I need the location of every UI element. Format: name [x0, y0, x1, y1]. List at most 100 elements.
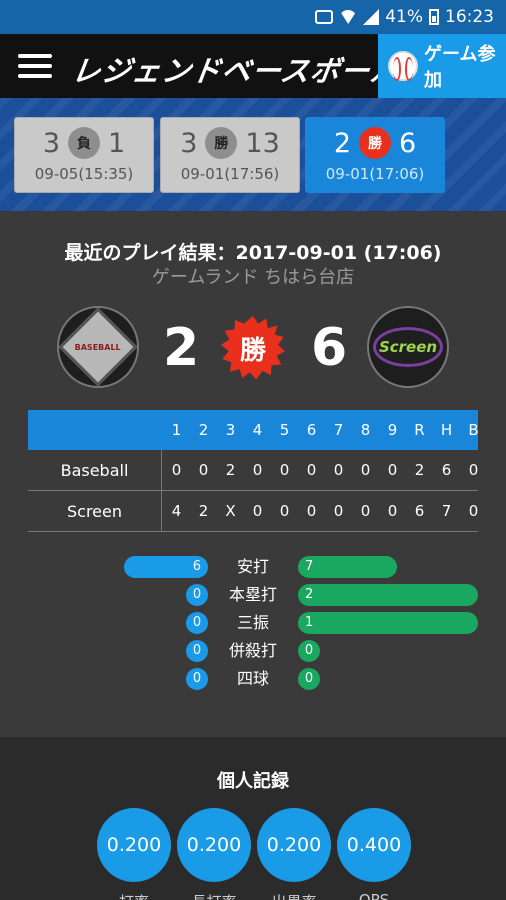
inning-score: 0 — [468, 502, 479, 520]
inning-header: R — [414, 421, 425, 439]
inning-header: 2 — [198, 421, 209, 439]
home-stat-bar: 0 — [186, 640, 208, 662]
record-label: 長打率 — [174, 891, 254, 900]
game-date: 09-05(15:35) — [34, 165, 134, 183]
inning-score: 0 — [198, 461, 209, 479]
home-score: 2 — [163, 318, 200, 378]
record-value-circle: 0.200 — [177, 808, 251, 882]
game-date: 09-01(17:06) — [325, 165, 425, 183]
away-stat-bar: 1 — [298, 612, 478, 634]
inning-score: X — [225, 502, 236, 520]
app-logo: レジェンドベースボール — [69, 54, 403, 88]
team-name: Baseball — [28, 450, 162, 490]
inning-score: 0 — [333, 461, 344, 479]
away-stat-bar: 2 — [298, 584, 478, 606]
inning-score: 0 — [279, 502, 290, 520]
scoreboard-row: Screen 42X000000670 — [28, 491, 478, 532]
inning-header: B — [468, 421, 479, 439]
record-label: 出塁率 — [254, 891, 334, 900]
vibrate-icon — [315, 10, 334, 24]
inning-score: 0 — [360, 461, 371, 479]
away-stat-bar: 0 — [298, 640, 320, 662]
wifi-icon — [339, 10, 358, 24]
join-game-button[interactable]: ゲーム参加 — [378, 34, 506, 98]
result-venue: ゲームランド ちはら台店 — [151, 267, 355, 288]
battery-icon — [429, 9, 439, 25]
record-value-circle: 0.200 — [257, 808, 331, 882]
inning-header: 5 — [279, 421, 290, 439]
stat-label: 安打 — [236, 557, 269, 576]
away-logo-text: Screen — [378, 338, 438, 356]
lose-badge: 負 — [68, 127, 100, 159]
signal-icon — [363, 9, 380, 25]
home-logo-text: BASEBALL — [75, 342, 121, 352]
inning-score: 2 — [414, 461, 425, 479]
home-stat-bar: 6 — [124, 556, 208, 578]
game-right-score: 6 — [399, 127, 417, 159]
inning-header: 1 — [171, 421, 182, 439]
stat-row: 0 四球 0 — [0, 668, 506, 690]
result-title: 最近のプレイ結果：2017-09-01 (17:06) — [64, 242, 442, 264]
home-stat-bar: 0 — [186, 668, 208, 690]
stat-label: 併殺打 — [228, 641, 277, 660]
app-header: レジェンドベースボール ゲーム参加 — [0, 34, 506, 98]
hamburger-menu-icon[interactable] — [18, 54, 52, 78]
game-card[interactable]: 3 勝 13 09-01(17:56) — [160, 117, 300, 193]
stat-label: 四球 — [236, 669, 269, 688]
stat-label: 三振 — [236, 613, 269, 632]
away-stat-bar: 0 — [298, 668, 320, 690]
inning-score: 0 — [360, 502, 371, 520]
inning-score: 6 — [414, 502, 425, 520]
away-team-logo: Screen — [367, 306, 449, 388]
game-left-score: 2 — [333, 127, 351, 159]
stat-label: 本塁打 — [228, 585, 277, 604]
home-stat-bar: 0 — [186, 612, 208, 634]
win-badge: 勝 — [359, 127, 391, 159]
inning-score: 0 — [306, 461, 317, 479]
inning-score: 4 — [171, 502, 182, 520]
baseball-icon — [388, 51, 418, 81]
inning-score: 6 — [441, 461, 452, 479]
clock: 16:23 — [445, 7, 494, 27]
inning-header: 8 — [360, 421, 371, 439]
record-label: OPS — [358, 891, 390, 900]
game-date: 09-01(17:56) — [180, 165, 280, 183]
game-right-score: 13 — [245, 127, 280, 159]
scoreboard-header: 123456789RHB — [28, 410, 479, 450]
inning-score: 2 — [198, 502, 209, 520]
record-label: 打率 — [94, 891, 174, 900]
inning-header: 7 — [333, 421, 344, 439]
join-game-label: ゲーム参加 — [424, 44, 496, 91]
home-team-logo: BASEBALL — [57, 306, 139, 388]
inning-score: 0 — [333, 502, 344, 520]
inning-score: 0 — [468, 461, 479, 479]
team-name: Screen — [28, 491, 162, 531]
away-score: 6 — [311, 318, 348, 378]
win-burst-badge: 勝 — [221, 316, 285, 380]
stat-row: 6 安打 7 — [0, 556, 506, 578]
inning-score: 0 — [252, 502, 263, 520]
stat-row: 0 本塁打 2 — [0, 584, 506, 606]
inning-header: 4 — [252, 421, 263, 439]
inning-score: 0 — [387, 461, 398, 479]
stat-row: 0 三振 1 — [0, 612, 506, 634]
scoreboard-row: Baseball 002000000260 — [28, 450, 478, 491]
inning-header: H — [440, 421, 453, 439]
game-card[interactable]: 3 負 1 09-05(15:35) — [14, 117, 154, 193]
inning-score: 0 — [279, 461, 290, 479]
scoreboard: 123456789RHB Baseball 002000000260 Scree… — [28, 410, 479, 532]
recent-games-strip: 3 負 1 09-05(15:35) 3 勝 13 09-01(17:56) 2… — [0, 98, 506, 211]
win-badge: 勝 — [205, 127, 238, 159]
home-stat-bar: 0 — [186, 584, 208, 606]
game-left-score: 3 — [42, 127, 60, 159]
game-left-score: 3 — [180, 127, 198, 159]
inning-score: 7 — [441, 502, 452, 520]
inning-score: 0 — [252, 461, 263, 479]
record-value-circle: 0.400 — [337, 808, 411, 882]
personal-records: 個人記録 0.200打率0.200長打率0.200出塁率0.400OPS — [0, 737, 506, 900]
inning-score: 2 — [225, 461, 236, 479]
inning-score: 0 — [387, 502, 398, 520]
game-card-selected[interactable]: 2 勝 6 09-01(17:06) — [305, 117, 445, 193]
inning-header: 6 — [306, 421, 317, 439]
inning-header: 9 — [387, 421, 398, 439]
